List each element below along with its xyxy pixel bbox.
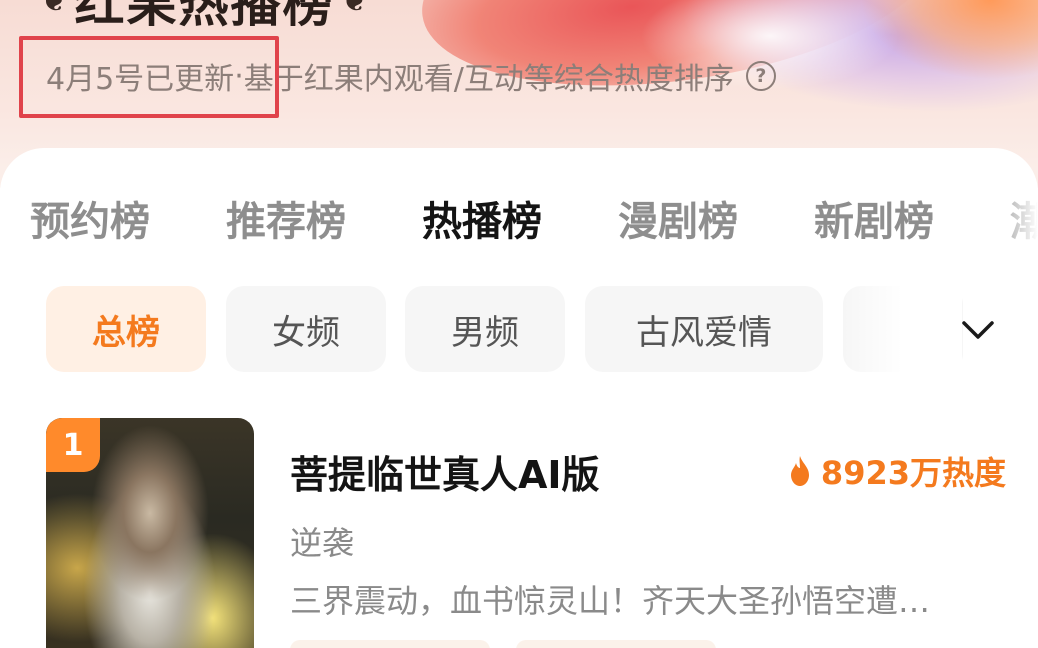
drama-cover-image[interactable]: 1 bbox=[46, 418, 254, 648]
page-title-row: ❦ 红果热播榜 ❦ bbox=[40, 0, 370, 33]
chip-ancient-romance[interactable]: 古风爱情 bbox=[585, 286, 823, 372]
ranking-card: 预约榜 推荐榜 热播榜 漫剧榜 新剧榜 潮 总榜 女频 男频 古风爱情 1 菩提… bbox=[0, 148, 1038, 648]
tab-new[interactable]: 新剧榜 bbox=[814, 189, 934, 247]
laurel-right-icon: ❦ bbox=[340, 0, 370, 20]
fire-icon bbox=[790, 456, 809, 486]
chips-fade bbox=[842, 286, 962, 372]
rank-badge: 1 bbox=[46, 418, 100, 472]
drama-title[interactable]: 菩提临世真人AI版 bbox=[290, 444, 600, 499]
laurel-left-icon: ❦ bbox=[40, 0, 69, 20]
category-chips: 总榜 女频 男频 古风爱情 bbox=[0, 286, 1038, 372]
drama-genre: 逆袭 bbox=[290, 524, 355, 562]
ranking-tabs: 预约榜 推荐榜 热播榜 漫剧榜 新剧榜 潮 bbox=[0, 188, 1038, 248]
tab-comic[interactable]: 漫剧榜 bbox=[618, 189, 738, 247]
chip-all[interactable]: 总榜 bbox=[46, 286, 206, 372]
chip-male[interactable]: 男频 bbox=[405, 286, 565, 372]
drama-tag bbox=[290, 640, 490, 648]
tab-recommend[interactable]: 推荐榜 bbox=[226, 189, 346, 247]
drama-tag bbox=[516, 640, 716, 648]
tabs-fade bbox=[0, 188, 36, 248]
chevron-down-icon[interactable] bbox=[958, 310, 998, 350]
annotation-highlight-box bbox=[19, 36, 279, 118]
chip-label: 古风爱情 bbox=[636, 312, 772, 353]
list-item[interactable]: 1 菩提临世真人AI版 8923万热度 逆袭 三界震动，血书惊灵山！齐天大圣孙悟… bbox=[46, 418, 1006, 648]
heat-indicator: 8923万热度 bbox=[787, 448, 1006, 494]
heat-value: 8923万热度 bbox=[820, 454, 1006, 492]
tabs-fade bbox=[990, 188, 1038, 248]
page-title: 红果热播榜 bbox=[74, 0, 335, 33]
help-icon[interactable]: ? bbox=[745, 61, 776, 91]
drama-description: 三界震动，血书惊灵山！齐天大圣孙悟空遭… bbox=[290, 582, 931, 620]
tab-hot[interactable]: 热播榜 bbox=[422, 189, 542, 247]
tab-reservation[interactable]: 预约榜 bbox=[30, 189, 150, 247]
chip-female[interactable]: 女频 bbox=[226, 286, 386, 372]
ranking-description: 基于红果内观看/互动等综合热度排序 bbox=[243, 62, 734, 97]
